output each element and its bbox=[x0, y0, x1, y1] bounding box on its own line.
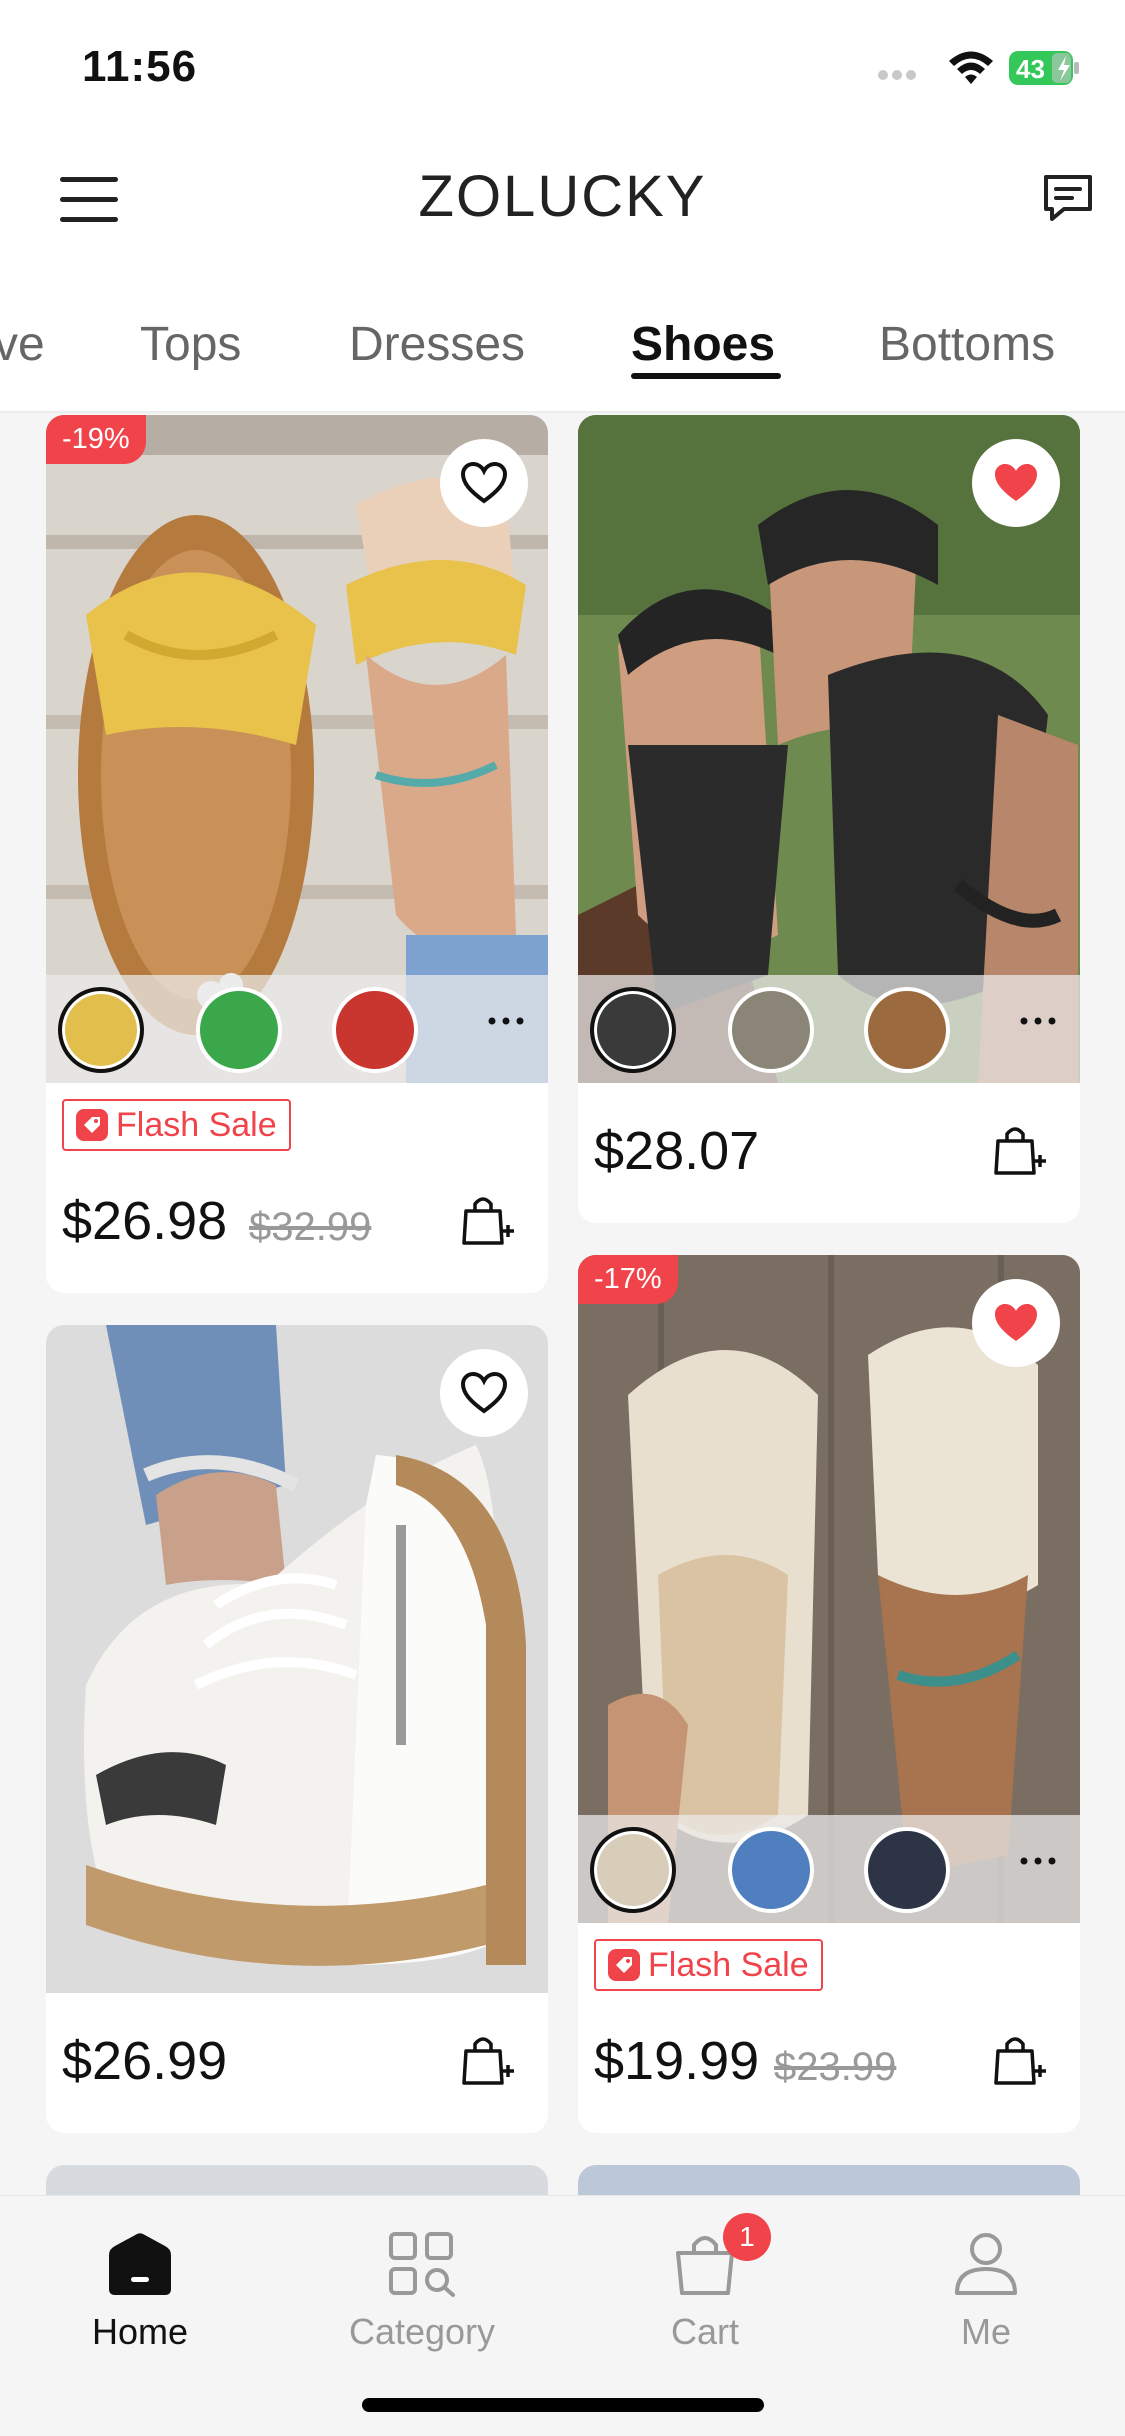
wishlist-button[interactable] bbox=[972, 439, 1060, 527]
cart-badge: 1 bbox=[723, 2213, 771, 2261]
product-image[interactable] bbox=[46, 1325, 548, 1993]
color-swatches bbox=[578, 1815, 1080, 1923]
tab-ve[interactable]: ve bbox=[0, 317, 45, 372]
category-tabs: ve Tops Dresses Shoes Bottoms bbox=[0, 265, 1125, 413]
heart-outline-icon bbox=[460, 461, 508, 504]
flash-sale-tag: Flash Sale bbox=[62, 1099, 291, 1151]
tab-dresses[interactable]: Dresses bbox=[349, 317, 525, 372]
discount-badge: -19% bbox=[46, 415, 146, 464]
wishlist-button[interactable] bbox=[440, 439, 528, 527]
wishlist-button[interactable] bbox=[440, 1349, 528, 1437]
product-card[interactable]: $28.07 bbox=[578, 415, 1080, 1223]
wishlist-button[interactable] bbox=[972, 1279, 1060, 1367]
swatch-beige[interactable] bbox=[590, 1827, 676, 1913]
swatch-black[interactable] bbox=[864, 1827, 950, 1913]
swatch-brown[interactable] bbox=[864, 987, 950, 1073]
app-header: ZOLUCKY bbox=[0, 135, 1125, 265]
signal-icon bbox=[878, 70, 918, 80]
swatch-green[interactable] bbox=[196, 987, 282, 1073]
color-swatches bbox=[578, 975, 1080, 1083]
flash-sale-label: Flash Sale bbox=[116, 1105, 277, 1144]
product-card[interactable] bbox=[578, 2165, 1080, 2195]
nav-home[interactable]: Home bbox=[40, 2231, 240, 2353]
original-price: $23.99 bbox=[774, 2045, 897, 2089]
product-card[interactable]: -19% Flash Sale $26.98 $32.99 bbox=[46, 415, 548, 1293]
product-card[interactable] bbox=[46, 2165, 548, 2195]
original-price: $32.99 bbox=[249, 1205, 372, 1249]
add-to-cart-icon[interactable] bbox=[458, 2031, 516, 2089]
add-to-cart-icon[interactable] bbox=[990, 1121, 1048, 1179]
flash-sale-label: Flash Sale bbox=[648, 1945, 809, 1984]
product-card[interactable]: $26.99 bbox=[46, 1325, 548, 2133]
home-indicator[interactable] bbox=[362, 2398, 764, 2412]
add-to-cart-icon[interactable] bbox=[458, 1191, 516, 1249]
nav-label: Category bbox=[348, 2311, 496, 2352]
message-icon[interactable] bbox=[1040, 171, 1096, 227]
more-icon[interactable] bbox=[1018, 1851, 1058, 1871]
brand-title[interactable]: ZOLUCKY bbox=[0, 163, 1125, 230]
flash-sale-tag: Flash Sale bbox=[594, 1939, 823, 1991]
tab-bottoms[interactable]: Bottoms bbox=[879, 317, 1055, 372]
product-card[interactable]: -17% Flash Sale $19.99 $23.99 bbox=[578, 1255, 1080, 2133]
nav-me[interactable]: Me bbox=[886, 2231, 1086, 2353]
status-time: 11:56 bbox=[82, 42, 198, 91]
swatch-black[interactable] bbox=[590, 987, 676, 1073]
product-price: $19.99 bbox=[594, 2031, 760, 2091]
battery-icon: 43 bbox=[1009, 51, 1079, 85]
discount-badge: -17% bbox=[578, 1255, 678, 1304]
product-grid: -19% Flash Sale $26.98 $32.99 $28.07 $26… bbox=[0, 415, 1125, 2195]
battery-level: 43 bbox=[1016, 54, 1045, 84]
product-price: $26.99 bbox=[62, 2031, 228, 2091]
tab-tops[interactable]: Tops bbox=[140, 317, 241, 372]
product-price: $28.07 bbox=[594, 1121, 760, 1181]
nav-category[interactable]: Category bbox=[322, 2231, 522, 2353]
swatch-grey[interactable] bbox=[728, 987, 814, 1073]
swatch-blue[interactable] bbox=[728, 1827, 814, 1913]
heart-filled-icon bbox=[995, 464, 1037, 501]
swatch-red[interactable] bbox=[332, 987, 418, 1073]
home-icon bbox=[109, 2233, 171, 2295]
tag-icon bbox=[608, 1949, 640, 1981]
nav-cart[interactable]: Cart 1 bbox=[605, 2213, 805, 2353]
nav-label: Cart bbox=[670, 2311, 739, 2352]
tag-icon bbox=[76, 1109, 108, 1141]
active-tab-indicator bbox=[631, 373, 781, 379]
product-image[interactable]: -17% bbox=[578, 1255, 1080, 1923]
swatch-yellow[interactable] bbox=[58, 987, 144, 1073]
add-to-cart-icon[interactable] bbox=[990, 2031, 1048, 2089]
status-bar: 11:56 43 bbox=[0, 0, 1125, 135]
more-icon[interactable] bbox=[1018, 1011, 1058, 1031]
more-icon[interactable] bbox=[486, 1011, 526, 1031]
profile-icon bbox=[955, 2233, 1017, 2295]
product-image[interactable] bbox=[578, 415, 1080, 1083]
product-price: $26.98 bbox=[62, 1191, 228, 1251]
category-icon bbox=[389, 2232, 455, 2297]
tab-shoes[interactable]: Shoes bbox=[631, 317, 775, 372]
wifi-icon bbox=[949, 51, 993, 84]
product-image[interactable]: -19% bbox=[46, 415, 548, 1083]
nav-label: Me bbox=[960, 2311, 1011, 2352]
nav-label: Home bbox=[91, 2311, 189, 2352]
color-swatches bbox=[46, 975, 548, 1083]
heart-filled-icon bbox=[995, 1304, 1037, 1341]
heart-outline-icon bbox=[460, 1371, 508, 1414]
